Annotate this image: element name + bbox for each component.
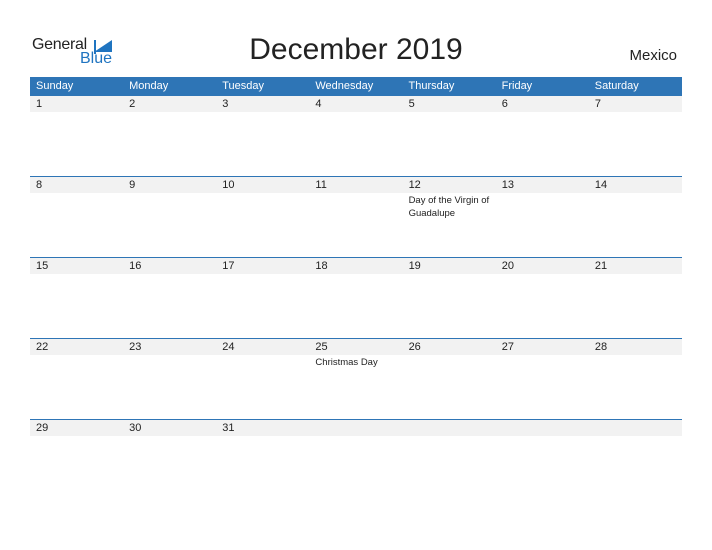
day-cell: 3	[216, 96, 309, 176]
day-cell	[403, 420, 496, 500]
day-number: 23	[129, 341, 142, 353]
week-row: 8 9 10 11 12 Day of the Virgin of Guadalupe 13…	[30, 176, 682, 257]
day-number: 31	[222, 422, 235, 434]
day-cell: 19	[403, 258, 496, 338]
day-number: 27	[501, 341, 514, 353]
week-row: 29 30 31	[30, 419, 682, 500]
day-number: 7	[594, 98, 601, 110]
weekday-tuesday: Tuesday	[222, 80, 265, 92]
day-cell: 11	[309, 177, 402, 257]
day-number: 4	[315, 98, 322, 110]
day-cell: 25 Christmas Day	[309, 339, 402, 419]
day-number: 1	[36, 98, 43, 110]
day-cell: 9	[123, 177, 216, 257]
day-number: 19	[408, 260, 421, 272]
day-number: 25	[315, 341, 328, 353]
weekday-saturday: Saturday	[594, 80, 639, 92]
day-number: 11	[315, 179, 327, 191]
day-number: 3	[222, 98, 229, 110]
holiday-label: Christmas Day	[315, 357, 378, 368]
day-number: 26	[408, 341, 421, 353]
day-cell: 1	[30, 96, 123, 176]
day-cell: 2	[123, 96, 216, 176]
day-cell: 30	[123, 420, 216, 500]
day-cell: 28	[589, 339, 682, 419]
day-cell: 14	[589, 177, 682, 257]
day-cell: 15	[30, 258, 123, 338]
day-number: 8	[36, 179, 43, 191]
day-cell: 29	[30, 420, 123, 500]
day-number: 15	[36, 260, 49, 272]
day-number: 2	[129, 98, 136, 110]
day-cell: 31	[216, 420, 309, 500]
day-number: 28	[594, 341, 608, 353]
weekday-sunday: Sunday	[36, 80, 74, 92]
day-cell: 10	[216, 177, 309, 257]
day-number: 16	[129, 260, 142, 272]
day-cell	[496, 420, 589, 500]
day-number: 13	[501, 179, 514, 191]
day-number: 20	[501, 260, 514, 272]
day-number: 6	[501, 98, 508, 110]
weekday-wednesday: Wednesday	[315, 80, 374, 92]
day-number: 17	[222, 260, 235, 272]
day-number: 12	[408, 179, 421, 191]
week-row: 22 23 24 25 Christmas Day 26 27 28	[30, 338, 682, 419]
day-cell: 17	[216, 258, 309, 338]
day-number: 9	[129, 179, 136, 191]
day-cell: 16	[123, 258, 216, 338]
day-cell: 8	[30, 177, 123, 257]
day-number: 29	[36, 422, 49, 434]
week-row: 1 2 3 4 5 6 7	[30, 95, 682, 176]
day-cell	[309, 420, 402, 500]
day-cell: 21	[589, 258, 682, 338]
day-cell: 13	[496, 177, 589, 257]
country-label: Mexico	[629, 47, 677, 64]
day-cell: 7	[589, 96, 682, 176]
weekday-monday: Monday	[129, 80, 169, 92]
day-cell: 27	[496, 339, 589, 419]
day-number: 24	[222, 341, 235, 353]
weekday-friday: Friday	[501, 80, 533, 92]
day-cell: 12 Day of the Virgin of Guadalupe	[403, 177, 496, 257]
day-cell: 23	[123, 339, 216, 419]
day-number: 14	[594, 179, 608, 191]
day-number: 18	[315, 260, 328, 272]
day-cell: 24	[216, 339, 309, 419]
day-cell: 22	[30, 339, 123, 419]
day-number: 5	[408, 98, 415, 110]
holiday-label: Day of the Virgin of Guadalupe	[408, 195, 490, 219]
day-cell: 18	[309, 258, 402, 338]
day-cell	[589, 420, 682, 500]
day-cell: 6	[496, 96, 589, 176]
weekday-thursday: Thursday	[408, 80, 455, 92]
day-number: 10	[222, 179, 235, 191]
day-cell: 26	[403, 339, 496, 419]
weekday-header: Sunday Monday Tuesday Wednesday Thursday…	[30, 77, 682, 95]
day-number: 21	[594, 260, 608, 272]
day-cell: 4	[309, 96, 402, 176]
calendar-title: December 2019	[249, 33, 463, 66]
week-row: 15 16 17 18 19 20 21	[30, 257, 682, 338]
day-cell: 20	[496, 258, 589, 338]
day-number: 22	[36, 341, 49, 353]
day-cell: 5	[403, 96, 496, 176]
day-number: 30	[129, 422, 142, 434]
